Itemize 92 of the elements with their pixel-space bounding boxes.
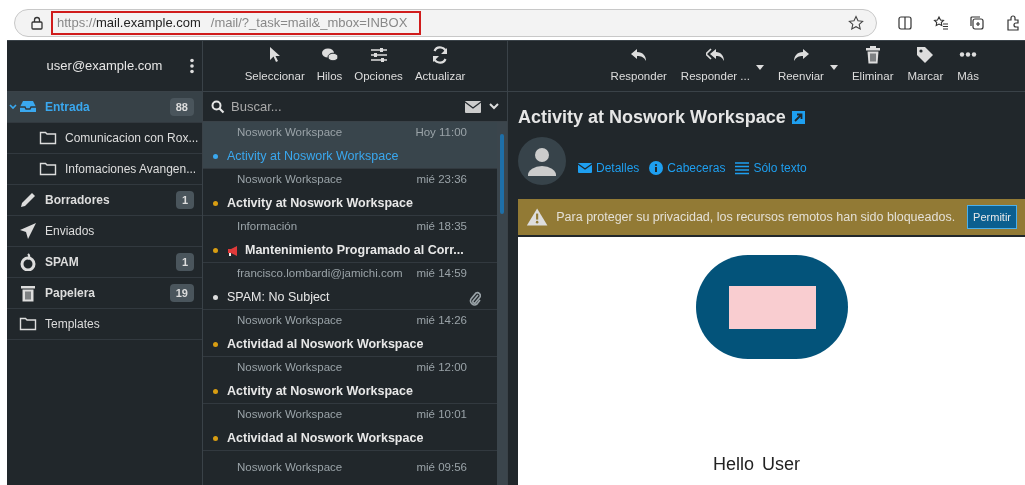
toolbar-button[interactable]: Reenviar (775, 45, 840, 85)
message-date: mié 10:01 (416, 407, 467, 422)
sender-name: Noswork Workspace (237, 172, 344, 187)
sender-name: Noswork Workspace (237, 407, 344, 422)
toolbar-button[interactable]: Eliminar (849, 45, 896, 85)
message-date: mié 09:56 (416, 460, 467, 475)
paperclip-icon (469, 289, 481, 306)
toolbar-button[interactable]: Hilos (314, 45, 345, 85)
menu-icon[interactable] (190, 58, 194, 74)
folder-icon (19, 315, 37, 333)
search-icon (211, 99, 225, 114)
message-subject: Activity at Noswork Workspace (227, 195, 414, 213)
sender-name: francisco.lombardi@jamichi.com (237, 266, 404, 281)
header-link[interactable]: Detalles (578, 159, 640, 177)
more-dots-icon (959, 51, 978, 57)
message-date: mié 12:00 (416, 360, 467, 375)
message-subject: Actividad al Noswork Workspace (227, 430, 425, 448)
flame-icon (19, 253, 37, 271)
sender-name: Noswork Workspace (237, 313, 344, 328)
folder-icon (39, 129, 57, 147)
folder-item[interactable]: Entrada 88 (7, 92, 202, 123)
tag-icon (916, 45, 935, 64)
header-link[interactable]: Cabeceras (649, 159, 726, 177)
dropdown-caret-icon (755, 64, 764, 70)
privacy-notice-text: Para proteger su privacidad, los recursos remotos han sido bloqueados. (556, 208, 956, 226)
extensions-icon[interactable] (1005, 15, 1021, 31)
address-bar[interactable]: https://mail.example.com /mail/?_task=mail&_mbox=INBOX (14, 9, 877, 37)
folder-item[interactable]: Comunicacion con Rox... (7, 123, 202, 154)
search-field[interactable]: Buscar... (231, 96, 431, 117)
message-subject: Activity at Noswork Workspace (227, 383, 414, 401)
sliders-icon (369, 45, 388, 64)
sender-name: Información (237, 219, 299, 234)
sender-name: Noswork Workspace (237, 460, 344, 475)
unread-count-badge: 1 (175, 190, 194, 210)
account-email: user@example.com (46, 57, 163, 76)
folder-icon (39, 160, 57, 178)
greeting-text: Hello (712, 453, 754, 476)
favorites-icon[interactable] (933, 15, 949, 31)
toolbar-button[interactable]: Actualizar (412, 45, 468, 85)
collections-icon[interactable] (969, 15, 985, 31)
folder-item[interactable]: Borradores 1 (7, 185, 202, 216)
paper-plane-icon (19, 222, 37, 240)
sender-name: Noswork Workspace (237, 125, 344, 140)
toolbar-button[interactable]: Opciones (352, 45, 405, 85)
toolbar-button[interactable]: Seleccionar (242, 45, 307, 85)
toolbar-button[interactable]: Responder (608, 45, 669, 85)
unread-count-badge: 1 (175, 252, 194, 272)
star-icon[interactable] (848, 15, 864, 31)
warning-icon (526, 206, 549, 228)
toolbar-button[interactable]: Marcar (905, 45, 946, 85)
sender-name: Noswork Workspace (237, 360, 344, 375)
message-subject: Actividad al Noswork Workspace (227, 336, 425, 354)
unread-count-badge: 88 (169, 97, 194, 117)
toolbar-button[interactable]: Más (955, 45, 981, 85)
message-subject: SPAM: No Subject (227, 289, 331, 307)
avatar-icon (518, 137, 566, 185)
toolbar-button[interactable]: Responder ... (678, 45, 766, 85)
url-path: /mail/?_task=mail&_mbox=INBOX (210, 14, 408, 33)
envelope-icon[interactable] (465, 100, 481, 113)
refresh-icon (431, 45, 450, 64)
folder-item[interactable]: Templates (7, 309, 202, 340)
info-icon (649, 161, 664, 175)
open-in-window-icon[interactable] (791, 111, 805, 124)
text-lines-icon (735, 161, 750, 175)
message-row[interactable]: Noswork Workspace Hoy 11:00 Activity at Noswork Workspace (203, 122, 497, 169)
message-date: mié 23:36 (416, 172, 467, 187)
url-scheme: https:// (57, 14, 97, 33)
folder-item[interactable]: Infomaciones Avangen... (7, 154, 202, 185)
lock-icon (31, 16, 43, 30)
split-screen-icon[interactable] (897, 15, 913, 31)
message-date: Hoy 11:00 (415, 125, 467, 140)
scrollbar[interactable] (497, 122, 507, 485)
unread-count-badge: 19 (169, 283, 194, 303)
header-link[interactable]: Sólo texto (735, 159, 807, 177)
trash-icon (863, 45, 882, 64)
message-subject: Mantenimiento Programado al Corr... (245, 242, 465, 260)
recipient-name: User (762, 453, 800, 476)
trash-icon (19, 284, 37, 302)
message-subject: Activity at Noswork Workspace (227, 148, 400, 166)
message-date: mié 14:59 (416, 266, 467, 281)
folder-item[interactable]: Enviados (7, 216, 202, 247)
envelope-icon (578, 161, 592, 175)
url-host: mail.example.com (96, 14, 201, 33)
dropdown-caret-icon (829, 64, 838, 70)
message-subject: Activity at Noswork Workspace (518, 106, 786, 129)
message-date: mié 14:26 (416, 313, 467, 328)
message-date: mié 18:35 (416, 219, 467, 234)
allow-button[interactable]: Permitir (967, 204, 1017, 230)
megaphone-icon (227, 244, 239, 257)
pencil-icon (19, 191, 37, 209)
folder-item[interactable]: SPAM 1 (7, 247, 202, 278)
folder-item[interactable]: Papelera 19 (7, 278, 202, 309)
